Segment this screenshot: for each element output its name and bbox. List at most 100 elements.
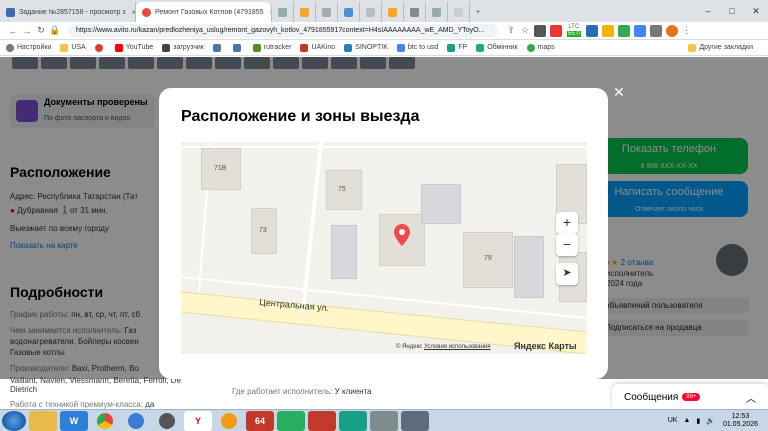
extension-icon[interactable]: [550, 24, 562, 37]
close-modal-icon[interactable]: ✕: [611, 84, 627, 100]
start-button[interactable]: [2, 410, 26, 431]
youtube-icon: [114, 43, 123, 52]
extension-icon[interactable]: [601, 24, 614, 37]
tab-7[interactable]: [360, 2, 382, 22]
bookmark-label: загрузчик: [173, 44, 204, 51]
tab-task[interactable]: Задание №2857158 - просмотр з ×: [0, 2, 136, 22]
taskbar-app[interactable]: [339, 410, 367, 431]
bookmark-icon: [162, 43, 171, 52]
map-copyright: © Яндекс Условия использования: [396, 344, 491, 350]
tab-icon: [344, 7, 353, 17]
location-modal: Расположение и зоны выезда Центральная у…: [159, 88, 608, 379]
tab-5[interactable]: [316, 2, 338, 22]
taskbar-app-64[interactable]: 64: [246, 410, 274, 431]
back-icon[interactable]: ←: [6, 26, 20, 36]
bookmark-uakino[interactable]: UAKino: [300, 43, 335, 52]
extension-icon[interactable]: [649, 24, 662, 37]
zoom-out-button[interactable]: −: [556, 234, 578, 256]
browser-tab-bar: Задание №2857158 - просмотр з × Ремонт Г…: [0, 0, 768, 22]
bookmark-maps[interactable]: maps: [526, 43, 555, 52]
extension-icon[interactable]: [585, 24, 598, 37]
volume-icon[interactable]: 🔊: [706, 417, 715, 425]
bookmark-fp[interactable]: FP: [447, 43, 467, 52]
network-icon[interactable]: ▮: [696, 417, 700, 425]
tech-value: да: [145, 400, 155, 409]
geolocation-button[interactable]: ➤: [556, 263, 578, 285]
taskbar-app[interactable]: [308, 410, 336, 431]
reload-icon[interactable]: ↻: [34, 25, 48, 36]
bookmark-label: Обмінник: [487, 44, 518, 51]
bookmark-icon-only[interactable]: [94, 43, 106, 52]
bookmark-downloader[interactable]: загрузчик: [162, 43, 204, 52]
building: 73: [251, 208, 277, 254]
map[interactable]: Центральная ул. 71В 75 73 79 + − ➤ © Янд…: [181, 142, 587, 354]
tab-6[interactable]: [338, 2, 360, 22]
tab-9[interactable]: [404, 2, 426, 22]
bookmark-label: Настройки: [17, 44, 52, 51]
details-continued: Vaillant, Navien, Viessmann, Beretta, Fe…: [0, 376, 612, 409]
bookmark-vk2[interactable]: [232, 43, 244, 52]
taskbar-app-w[interactable]: W: [60, 410, 88, 431]
forward-icon[interactable]: →: [20, 26, 34, 36]
tab-4[interactable]: [294, 2, 316, 22]
taskbar-app[interactable]: [370, 410, 398, 431]
bookmark-btc[interactable]: btc to usd: [396, 43, 439, 52]
zoom-in-button[interactable]: +: [556, 212, 578, 234]
messages-widget[interactable]: Сообщения 99+ ︿: [612, 384, 768, 410]
bookmark-vk[interactable]: [212, 43, 224, 52]
terms-link[interactable]: Условия использования: [424, 344, 491, 350]
bookmark-settings[interactable]: Настройки: [6, 43, 52, 52]
new-tab-button[interactable]: +: [470, 2, 486, 22]
yandex-maps-brand: Яндекс Карты: [514, 341, 577, 351]
taskbar-player[interactable]: [215, 411, 243, 431]
yandex-maps-logo[interactable]: Яндекс Карты: [514, 341, 577, 351]
tray-arrow-icon[interactable]: ▲: [683, 417, 690, 424]
url-input[interactable]: https://www.avito.ru/kazan/predlozheniya…: [68, 23, 498, 38]
pin-dot: [399, 229, 405, 235]
bookmark-obmennik[interactable]: Обмінник: [476, 43, 518, 52]
bookmark-other[interactable]: Другие закладки: [688, 43, 753, 52]
extension-icon[interactable]: [534, 24, 546, 37]
tab-10[interactable]: [426, 2, 448, 22]
language-indicator[interactable]: UK: [668, 417, 678, 424]
bookmark-label: Другие закладки: [699, 44, 753, 51]
extension-icon[interactable]: [633, 24, 646, 37]
building-label: 71В: [214, 165, 227, 172]
extension-icon[interactable]: [617, 24, 630, 37]
taskbar-app[interactable]: [401, 410, 429, 431]
bookmark-rutracker[interactable]: rutracker: [252, 43, 291, 52]
avatar[interactable]: [665, 24, 678, 37]
taskbar-yandex[interactable]: Y: [184, 410, 212, 431]
ltc-ticker[interactable]: LTC 55.0: [567, 24, 581, 38]
tab-avito[interactable]: Ремонт Газовых Котлов (4791855 ×: [136, 2, 272, 22]
share-icon[interactable]: ⇪: [504, 25, 518, 36]
star-icon[interactable]: ☆: [518, 25, 532, 36]
close-window-icon[interactable]: ✕: [744, 6, 768, 17]
clock[interactable]: 12:53 01.05.2026: [723, 413, 758, 429]
bookmark-usa[interactable]: USA: [60, 43, 86, 52]
taskbar-chrome[interactable]: [91, 411, 119, 431]
gear-icon: [6, 43, 14, 52]
bookmark-label: btc to usd: [407, 44, 439, 51]
lock-icon[interactable]: 🔒: [48, 25, 62, 36]
bookmark-icon: [344, 43, 353, 52]
taskbar-app[interactable]: [277, 410, 305, 431]
location-pin-icon[interactable]: [394, 224, 410, 251]
bookmark-label: SINOPTIK: [355, 44, 388, 51]
menu-icon[interactable]: ⋮: [680, 25, 694, 36]
minimize-icon[interactable]: –: [696, 6, 720, 16]
chevron-up-icon[interactable]: ︿: [746, 390, 756, 405]
address-bar: ← → ↻ 🔒 https://www.avito.ru/kazan/predl…: [0, 22, 768, 40]
tab-3[interactable]: [272, 2, 294, 22]
maximize-icon[interactable]: □: [720, 6, 744, 16]
taskbar-explorer[interactable]: [29, 410, 57, 431]
globe-icon: [128, 412, 144, 429]
tab-8[interactable]: [382, 2, 404, 22]
taskbar-ie[interactable]: [122, 411, 150, 431]
bookmark-youtube[interactable]: YouTube: [114, 43, 153, 52]
bookmark-icon: [447, 43, 456, 52]
tab-11[interactable]: [448, 2, 470, 22]
bookmark-sinoptik[interactable]: SINOPTIK: [344, 43, 388, 52]
taskbar-media[interactable]: [153, 411, 181, 431]
folder-icon: [60, 43, 69, 52]
